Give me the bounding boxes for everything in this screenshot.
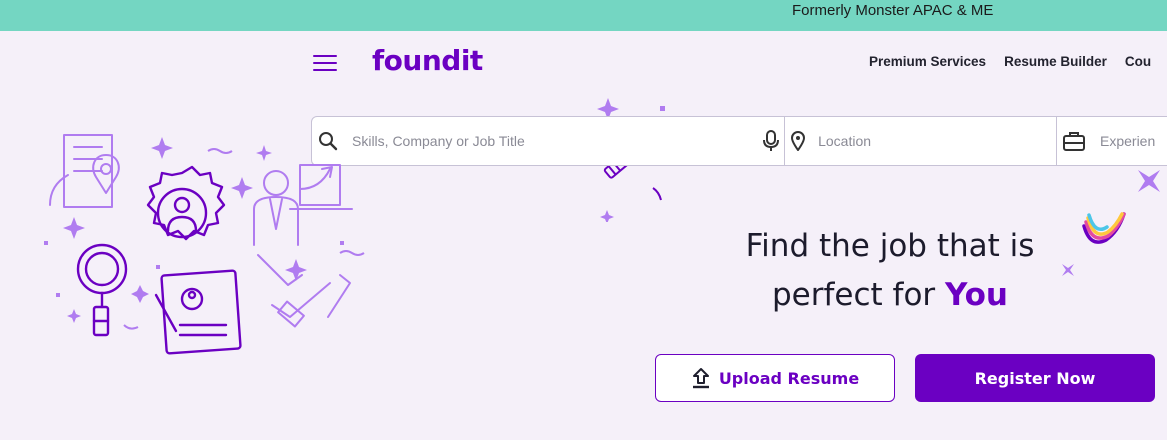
logo-text: foundit xyxy=(372,44,483,77)
location-segment xyxy=(785,117,1057,165)
foundit-logo[interactable]: foundit xyxy=(372,44,483,77)
nav-courses[interactable]: Cou xyxy=(1125,54,1151,69)
skills-search-segment xyxy=(312,117,786,165)
job-search-bar xyxy=(311,116,1167,166)
sparkle-decoration xyxy=(1138,170,1160,192)
nav-premium-services[interactable]: Premium Services xyxy=(869,54,986,69)
headline-line-1: Find the job that is xyxy=(745,228,1035,264)
upload-icon xyxy=(692,368,709,389)
nav-resume-builder[interactable]: Resume Builder xyxy=(1004,54,1107,69)
microphone-icon[interactable] xyxy=(762,130,780,152)
register-now-label: Register Now xyxy=(974,368,1096,388)
top-banner: Formerly Monster APAC & ME xyxy=(0,0,1167,31)
experience-segment xyxy=(1057,117,1167,165)
upload-resume-label: Upload Resume xyxy=(718,368,860,388)
top-nav: Premium Services Resume Builder Cou xyxy=(869,54,1151,69)
briefcase-icon xyxy=(1063,131,1085,151)
location-input[interactable] xyxy=(818,117,1049,165)
skills-search-input[interactable] xyxy=(352,117,752,165)
register-now-button[interactable]: Register Now xyxy=(915,354,1155,402)
location-pin-icon xyxy=(790,131,806,151)
experience-input[interactable] xyxy=(1100,117,1167,165)
hamburger-menu-icon[interactable] xyxy=(312,53,338,73)
rainbow-swoosh-icon xyxy=(1082,212,1126,244)
headline-line-2: perfect for You xyxy=(690,271,1090,320)
banner-text: Formerly Monster APAC & ME xyxy=(792,2,994,19)
upload-resume-button[interactable]: Upload Resume xyxy=(655,354,895,402)
hero-headline: Find the job that is perfect for You xyxy=(690,222,1090,320)
headline-highlight: You xyxy=(945,277,1008,313)
headline-line-2-text: perfect for xyxy=(772,277,936,313)
job-search-illustration xyxy=(44,134,365,355)
